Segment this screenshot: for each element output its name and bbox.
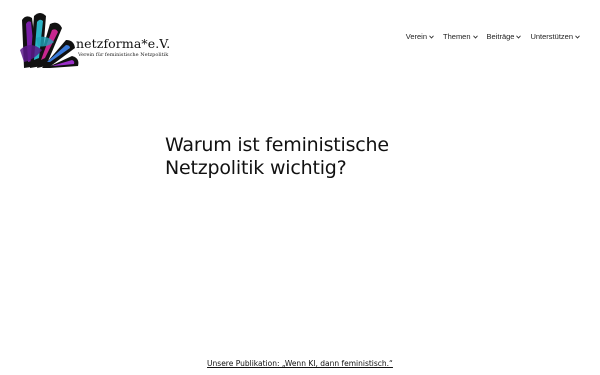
logo-fan-icon	[20, 13, 79, 68]
chevron-down-icon	[516, 35, 522, 39]
main-nav: Verein Themen Beiträge Unterstützen	[406, 32, 580, 41]
nav-item-verein[interactable]: Verein	[406, 32, 434, 41]
headline-line-2: Netzpolitik wichtig?	[165, 157, 347, 179]
site-logo-link[interactable]: netzforma*e.V. Verein für feministische …	[20, 10, 180, 68]
nav-item-label: Beiträge	[486, 32, 515, 41]
site-header: netzforma*e.V. Verein für feministische …	[0, 0, 600, 72]
nav-item-beitraege[interactable]: Beiträge	[487, 32, 522, 41]
nav-item-label: Unterstützen	[530, 32, 573, 41]
site-tagline: Verein für feministische Netzpolitik	[78, 52, 169, 58]
headline-line-1: Warum ist feministische	[165, 134, 389, 156]
nav-item-unterstuetzen[interactable]: Unterstützen	[530, 32, 580, 41]
chevron-down-icon	[472, 35, 478, 39]
site-name: netzforma*e.V.	[76, 36, 171, 51]
nav-item-themen[interactable]: Themen	[443, 32, 478, 41]
publication-link-row: Unsere Publikation: „Wenn KI, dann femin…	[0, 359, 600, 368]
publication-link[interactable]: Unsere Publikation: „Wenn KI, dann femin…	[207, 359, 393, 368]
page-headline: Warum ist feministische Netzpolitik wich…	[165, 134, 465, 180]
chevron-down-icon	[575, 35, 580, 39]
nav-item-label: Verein	[405, 32, 428, 41]
nav-item-label: Themen	[443, 32, 471, 41]
chevron-down-icon	[429, 35, 434, 39]
